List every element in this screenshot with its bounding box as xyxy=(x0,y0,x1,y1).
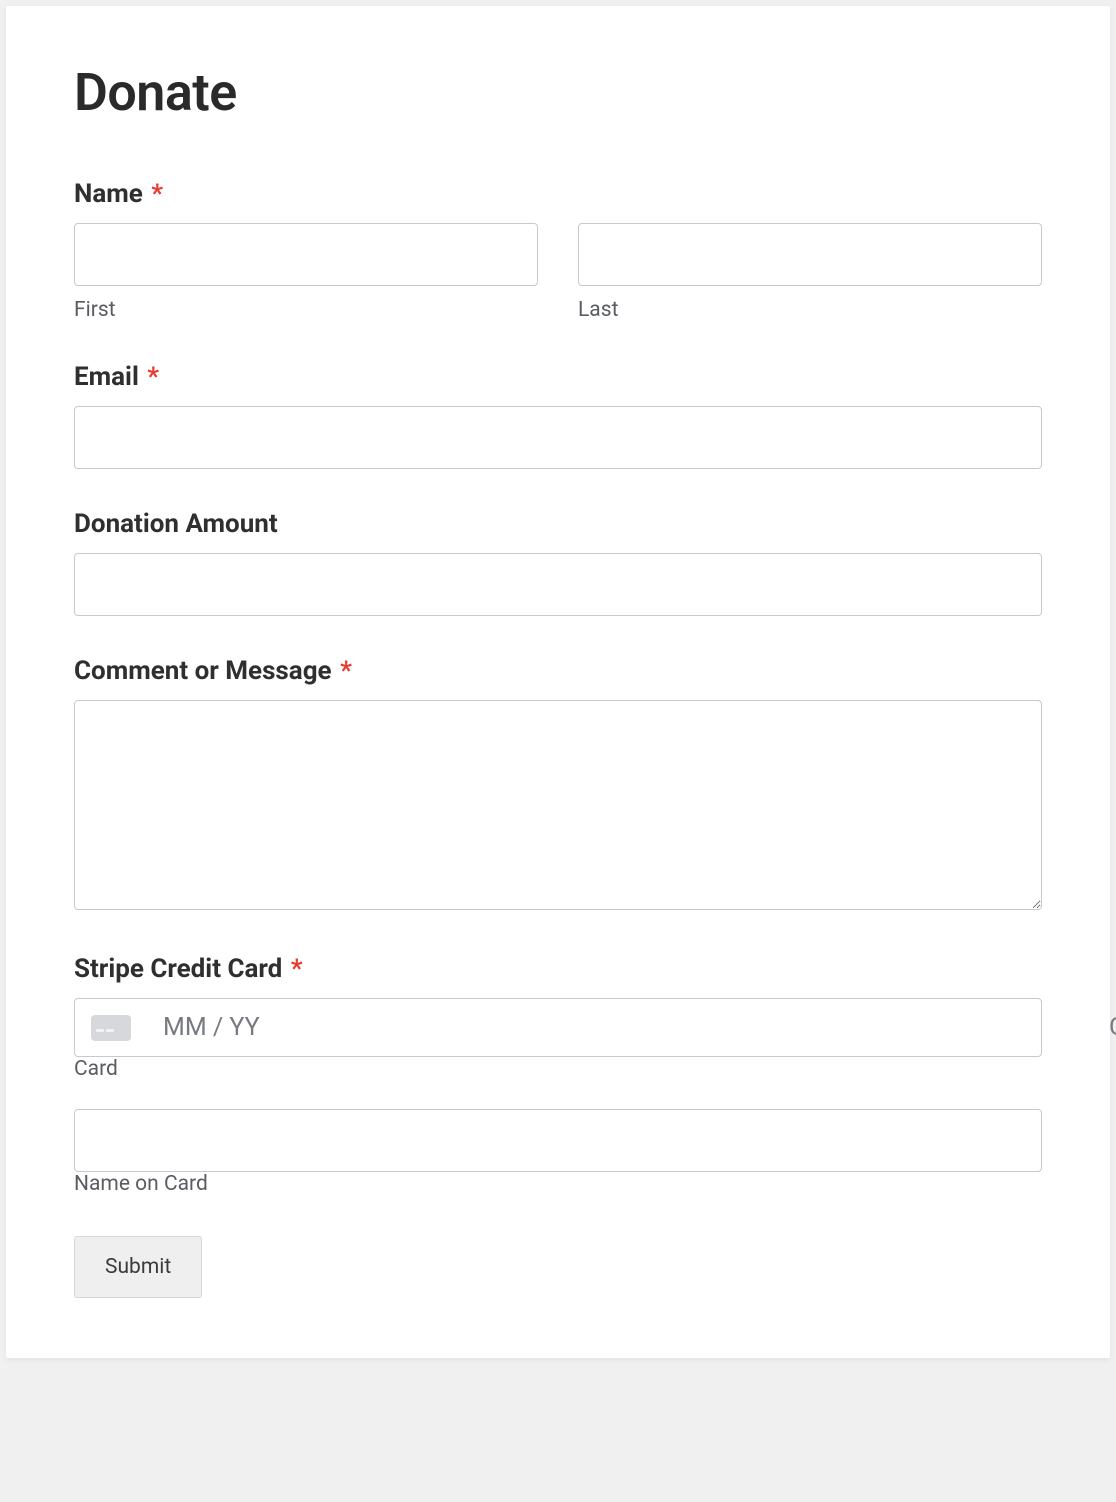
required-marker: * xyxy=(147,362,159,392)
field-email: Email * xyxy=(74,362,1042,469)
donate-form-card: Donate Name * First Last Email * Donatio… xyxy=(6,6,1110,1358)
first-name-sublabel: First xyxy=(74,298,538,322)
email-input[interactable] xyxy=(74,406,1042,469)
first-name-input[interactable] xyxy=(74,223,538,286)
field-comment: Comment or Message * xyxy=(74,656,1042,914)
card-cvc-input[interactable] xyxy=(1109,1013,1116,1042)
amount-label-text: Donation Amount xyxy=(74,509,278,539)
credit-card-icon xyxy=(91,1015,131,1041)
comment-label: Comment or Message * xyxy=(74,656,1042,686)
page-title: Donate xyxy=(74,62,1042,123)
name-label: Name * xyxy=(74,179,1042,209)
submit-row: Submit xyxy=(74,1236,1042,1298)
required-marker: * xyxy=(340,656,352,686)
name-two-col: First Last xyxy=(74,223,1042,322)
stripe-label-text: Stripe Credit Card xyxy=(74,954,282,984)
card-sublabel: Card xyxy=(74,1057,118,1081)
name-on-card-input[interactable] xyxy=(74,1109,1042,1172)
comment-textarea[interactable] xyxy=(74,700,1042,910)
amount-label: Donation Amount xyxy=(74,509,1042,539)
required-marker: * xyxy=(151,179,163,209)
field-name: Name * First Last xyxy=(74,179,1042,322)
last-name-col: Last xyxy=(578,223,1042,322)
submit-button[interactable]: Submit xyxy=(74,1236,202,1298)
required-marker: * xyxy=(291,954,303,984)
stripe-label: Stripe Credit Card * xyxy=(74,954,1042,984)
stripe-card-row xyxy=(74,998,1042,1057)
comment-label-text: Comment or Message xyxy=(74,656,332,686)
stripe-card-block: Card xyxy=(74,998,1042,1081)
first-name-col: First xyxy=(74,223,538,322)
last-name-input[interactable] xyxy=(578,223,1042,286)
name-on-card-sublabel: Name on Card xyxy=(74,1172,208,1196)
email-label-text: Email xyxy=(74,362,139,392)
name-on-card-block: Name on Card xyxy=(74,1109,1042,1196)
amount-input[interactable] xyxy=(74,553,1042,616)
name-label-text: Name xyxy=(74,179,143,209)
card-expiry-input[interactable] xyxy=(163,1013,1093,1042)
field-stripe: Stripe Credit Card * Card Name on Card xyxy=(74,954,1042,1196)
email-label: Email * xyxy=(74,362,1042,392)
field-amount: Donation Amount xyxy=(74,509,1042,616)
last-name-sublabel: Last xyxy=(578,298,1042,322)
